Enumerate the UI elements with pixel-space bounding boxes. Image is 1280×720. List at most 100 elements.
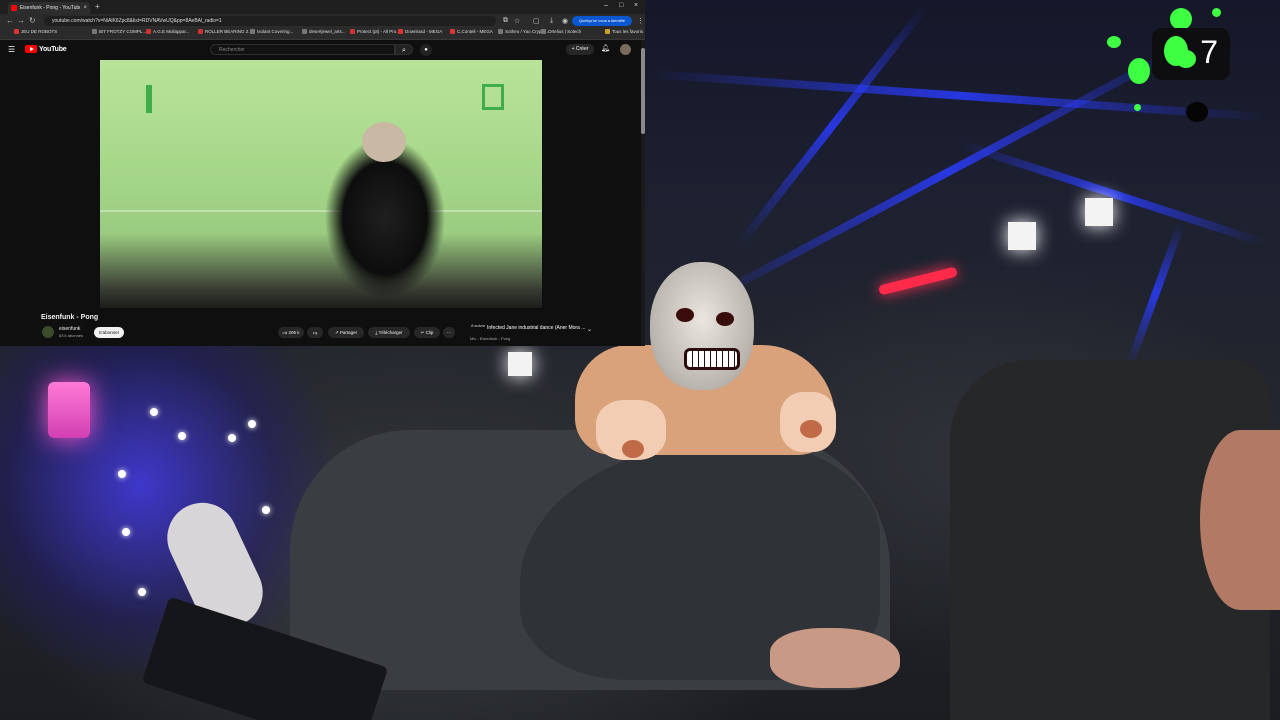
pong-paddle-right xyxy=(482,84,504,110)
forward-arrow-icon[interactable]: → xyxy=(17,16,25,25)
share-label: Partager xyxy=(339,330,358,335)
neon-beam xyxy=(1126,221,1186,366)
search-icon: ⌕ xyxy=(402,47,406,54)
share-icon: ↗ xyxy=(334,330,339,335)
video-player[interactable] xyxy=(100,60,542,308)
mask-mouth xyxy=(684,348,740,370)
bookmark-item[interactable]: JEU DE ROBOTS xyxy=(14,29,57,34)
hamburger-menu-icon[interactable]: ☰ xyxy=(8,45,15,54)
microphone-icon: ● xyxy=(424,47,428,53)
back-arrow-icon[interactable]: ← xyxy=(6,16,14,25)
neon-beam xyxy=(958,140,1266,247)
bookmark-item[interactable]: Protect (pt) - All Pro... xyxy=(350,29,400,34)
maximize-button[interactable]: □ xyxy=(619,2,623,9)
address-bar[interactable]: youtube.com/watch?v=NiAlK6Zpc8&list=RDVN… xyxy=(44,16,496,26)
bookmark-item[interactable]: BIT FROTZY COMPL... xyxy=(92,29,146,34)
share-page-icon[interactable]: ⧉ xyxy=(503,17,508,25)
more-actions-button[interactable]: ··· xyxy=(443,327,455,338)
sparkle xyxy=(262,506,270,514)
notification-chip[interactable]: Quelqu'un vous a identifié xyxy=(572,16,632,26)
sparkle xyxy=(118,470,126,478)
download-icon: ⤓ xyxy=(375,330,378,335)
mask-eye xyxy=(716,312,734,326)
green-splat xyxy=(1134,104,1141,111)
browser-menu-icon[interactable]: ⋮ xyxy=(637,17,644,25)
channel-avatar[interactable] xyxy=(42,326,54,338)
like-button[interactable]: 👍︎ 206 k xyxy=(278,327,304,338)
bookmark-item[interactable]: Ortelius | Sotech xyxy=(541,29,581,34)
neon-beam xyxy=(736,5,928,247)
thumbs-down-icon: 👎︎ xyxy=(312,330,318,335)
minimize-button[interactable]: – xyxy=(604,2,608,9)
dislike-button[interactable]: 👎︎ xyxy=(307,327,323,338)
bookmark-item[interactable]: A.G.E Muliappar... xyxy=(146,29,190,34)
sparkle xyxy=(122,528,130,536)
search-input[interactable]: Rechercher xyxy=(210,44,395,55)
counter-number: 7 xyxy=(1200,34,1218,70)
up-next-card[interactable]: A suivre Infected Jane industrial dance … xyxy=(465,320,600,344)
tab-close-icon[interactable]: × xyxy=(83,5,87,11)
neon-red-light xyxy=(877,266,959,296)
bookmark-item[interactable]: ROLLER BEARING 2... xyxy=(198,29,252,34)
green-splat xyxy=(1107,36,1121,48)
clip-button[interactable]: ✂ Clip xyxy=(414,327,440,338)
sparkle xyxy=(178,432,186,440)
search-button[interactable]: ⌕ xyxy=(395,44,413,55)
chevron-down-icon[interactable]: ⌄ xyxy=(587,326,592,333)
green-splat xyxy=(1176,50,1196,68)
youtube-logo[interactable]: YouTube xyxy=(25,45,67,53)
bookmark-item[interactable]: Isolant Covering... xyxy=(250,29,293,34)
tab-title: Eisenfunk - Pong - YouTube xyxy=(19,5,81,11)
like-count: 206 k xyxy=(288,330,300,335)
browser-window: Eisenfunk - Pong - YouTube × + – □ × ← →… xyxy=(0,0,645,346)
video-title: Eisenfunk - Pong xyxy=(41,314,99,321)
address-bar-row: ← → ↻ youtube.com/watch?v=NiAlK6Zpc8&lis… xyxy=(0,14,645,28)
mask-eye xyxy=(676,308,694,322)
bookmark-item[interactable]: Download - MEGA xyxy=(398,29,442,34)
notifications-bell-icon[interactable]: 🔔︎ xyxy=(601,44,610,52)
download-button[interactable]: ⤓ Télécharger xyxy=(368,327,410,338)
close-window-button[interactable]: × xyxy=(634,2,638,9)
download-label: Télécharger xyxy=(378,330,403,335)
tab-bar: Eisenfunk - Pong - YouTube × + – □ × xyxy=(0,0,645,14)
extensions-icon[interactable]: ▢ xyxy=(533,17,540,25)
counter-badge: 7 xyxy=(1152,28,1230,80)
reload-icon[interactable]: ↻ xyxy=(29,16,36,25)
voice-search-button[interactable]: ● xyxy=(420,44,432,56)
account-avatar[interactable] xyxy=(620,44,631,55)
subscribe-button[interactable]: S'abonner xyxy=(94,327,124,338)
page-scrollbar[interactable] xyxy=(641,40,645,346)
profile-icon[interactable]: ◉ xyxy=(562,17,568,25)
channel-name[interactable]: eisenfunk xyxy=(59,326,80,332)
horror-mask xyxy=(650,262,754,390)
black-splat xyxy=(1186,102,1208,122)
sparkle xyxy=(248,420,256,428)
youtube-logo-text: YouTube xyxy=(39,45,67,53)
bookmarks-bar: JEU DE ROBOTS BIT FROTZY COMPL... A.G.E … xyxy=(0,28,645,40)
all-bookmarks-folder[interactable]: Tous les favoris xyxy=(605,29,643,34)
clip-label: Clip xyxy=(425,330,434,335)
downloads-icon[interactable]: ⤓ xyxy=(550,17,553,25)
sparkle xyxy=(228,434,236,442)
thumbs-up-icon: 👍︎ xyxy=(282,330,288,335)
dancer-face xyxy=(362,122,406,162)
new-tab-button[interactable]: + xyxy=(95,2,100,11)
person-face xyxy=(1200,430,1280,610)
hand xyxy=(770,628,900,688)
tab-youtube[interactable]: Eisenfunk - Pong - YouTube × xyxy=(8,2,90,14)
youtube-play-icon xyxy=(25,45,37,53)
bookmark-item[interactable]: C.Conteli - MEGA xyxy=(450,29,493,34)
up-next-prefix: A suivre xyxy=(471,323,486,328)
up-next-title: Infected Jane industrial dance (Aner Mor… xyxy=(487,325,586,331)
bookmark-star-icon[interactable]: ☆ xyxy=(514,17,520,25)
scrollbar-thumb[interactable] xyxy=(641,48,645,134)
share-button[interactable]: ↗ Partager xyxy=(328,327,364,338)
create-button[interactable]: + Créer xyxy=(566,44,594,55)
up-next-subtitle: Mix - Eisenfunk - Pong xyxy=(470,336,511,341)
green-splat xyxy=(1212,8,1221,17)
youtube-favicon-icon xyxy=(11,5,17,11)
pong-paddle-left xyxy=(146,85,152,113)
green-splat xyxy=(1128,58,1150,84)
sparkle xyxy=(150,408,158,416)
bookmark-item[interactable]: desertjewel_arts... xyxy=(302,29,346,34)
